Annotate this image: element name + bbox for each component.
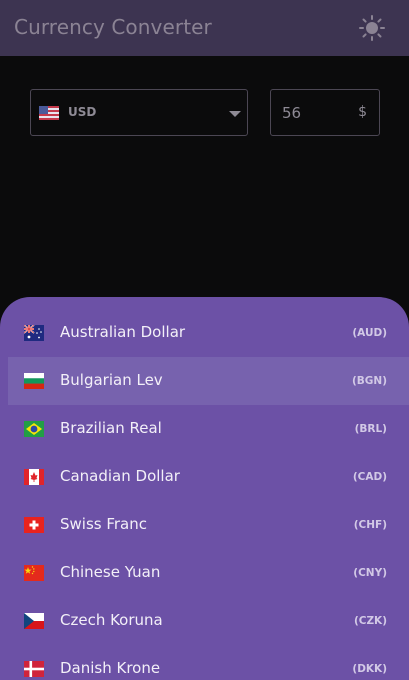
currency-option-bgn[interactable]: Bulgarian Lev (BGN): [8, 357, 409, 405]
currency-option-cny[interactable]: Chinese Yuan (CNY): [8, 549, 409, 597]
flag-ca-icon: [24, 469, 44, 485]
flag-br-icon: [24, 421, 44, 437]
currency-code: (CNY): [353, 567, 387, 579]
flag-cn-icon: [24, 565, 44, 581]
currency-name: Danish Krone: [60, 659, 161, 677]
currency-name: Bulgarian Lev: [60, 371, 163, 389]
currency-list-sheet: Australian Dollar (AUD) Bulgarian Lev (B…: [0, 297, 409, 680]
currency-name: Czech Koruna: [60, 611, 163, 629]
amount-input[interactable]: [282, 102, 342, 124]
currency-option-chf[interactable]: Swiss Franc (CHF): [8, 501, 409, 549]
chevron-down-icon: [229, 111, 241, 117]
currency-code: (DKK): [352, 663, 387, 675]
currency-code: (BRL): [354, 423, 387, 435]
currency-symbol: $: [358, 104, 367, 120]
currency-select[interactable]: USD: [30, 89, 248, 136]
currency-option-cad[interactable]: Canadian Dollar (CAD): [8, 453, 409, 501]
app-header: Currency Converter: [0, 0, 409, 56]
currency-code: (AUD): [352, 327, 387, 339]
currency-code: (CHF): [353, 519, 387, 531]
currency-name: Canadian Dollar: [60, 467, 180, 485]
currency-name: Chinese Yuan: [60, 563, 161, 581]
currency-code: (CAD): [352, 471, 387, 483]
currency-name: Australian Dollar: [60, 323, 186, 341]
currency-name: Brazilian Real: [60, 419, 162, 437]
flag-bg-icon: [24, 373, 44, 389]
currency-name: Swiss Franc: [60, 515, 148, 533]
currency-code: (CZK): [353, 615, 387, 627]
currency-option-aud[interactable]: Australian Dollar (AUD): [8, 309, 409, 357]
app-title: Currency Converter: [14, 15, 212, 39]
currency-option-dkk[interactable]: Danish Krone (DKK): [8, 645, 409, 680]
theme-toggle-button[interactable]: [358, 14, 386, 42]
selected-currency-code: USD: [68, 105, 97, 119]
sun-icon: [359, 15, 385, 41]
flag-us-icon: [39, 106, 59, 120]
flag-dk-icon: [24, 661, 44, 677]
currency-option-brl[interactable]: Brazilian Real (BRL): [8, 405, 409, 453]
amount-field[interactable]: $: [270, 89, 380, 136]
currency-option-czk[interactable]: Czech Koruna (CZK): [8, 597, 409, 645]
currency-code: (BGN): [351, 375, 387, 387]
flag-ch-icon: [24, 517, 44, 533]
flag-cz-icon: [24, 613, 44, 629]
flag-au-icon: [24, 325, 44, 341]
